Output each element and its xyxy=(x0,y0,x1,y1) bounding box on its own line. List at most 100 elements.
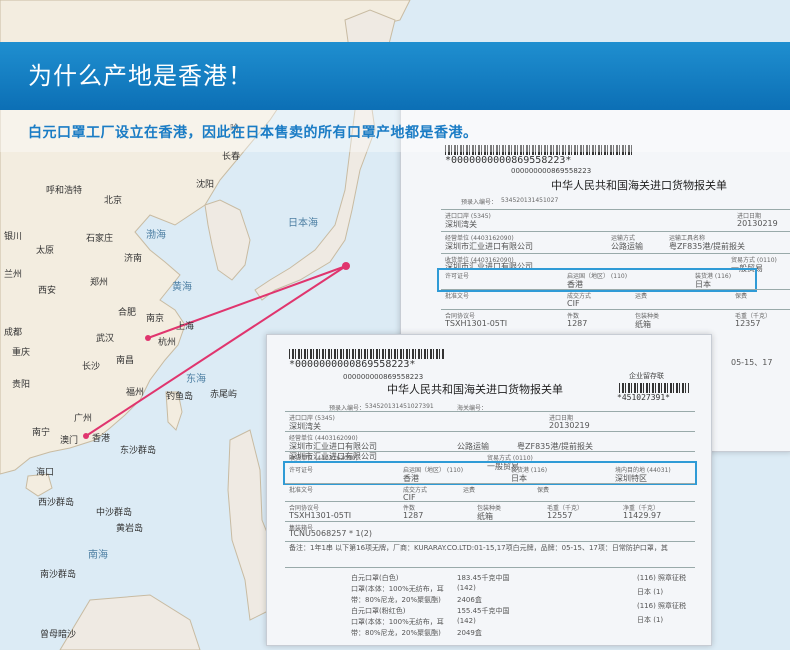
date-value: 20130219 xyxy=(549,421,590,430)
shanghai-marker xyxy=(145,335,151,341)
list-item: 口罩(本体：100%无纺布，耳 xyxy=(351,618,444,626)
remark: 备注：1年1串 以下第16项无牌，厂商：KURARAY.CO.LTD:01-15… xyxy=(289,544,668,552)
packages-value: 1287 xyxy=(403,511,424,520)
list-item: (142) xyxy=(457,584,476,592)
city-label: 武汉 xyxy=(96,334,115,344)
city-label: 南宁 xyxy=(32,428,51,438)
port-value: 深圳湾关 xyxy=(445,220,477,229)
city-label: 曾母暗沙 xyxy=(40,630,77,640)
city-label: 东沙群岛 xyxy=(120,446,157,456)
list-item: 带：80%尼龙，20%聚氨酯) xyxy=(351,596,441,604)
license-label: 许可证号 xyxy=(289,467,314,474)
pre-entry-value: 534520131451027 xyxy=(501,197,559,204)
city-label: 钓鱼岛 xyxy=(166,392,194,402)
city-label: 济南 xyxy=(124,254,143,264)
city-label: 郑州 xyxy=(90,278,109,288)
city-label: 沈阳 xyxy=(196,180,215,190)
city-label: 呼和浩特 xyxy=(46,186,83,196)
pre-entry-label: 预录入编号： xyxy=(461,199,498,206)
city-label: 海口 xyxy=(36,468,55,478)
list-item: (116) 照章征税 xyxy=(637,602,687,610)
approval-label: 批准文号 xyxy=(445,293,470,300)
list-item: 2406盒 xyxy=(457,596,482,604)
barcode-2 xyxy=(619,383,689,393)
net-value: 11429.97 xyxy=(623,511,662,520)
city-label: 南沙群岛 xyxy=(40,570,77,580)
contract-value: TSXH1301-05TI xyxy=(445,319,508,328)
serial: *0000000000869558223* xyxy=(445,155,572,166)
city-label: 北京 xyxy=(104,196,123,206)
sea-label: 南海 xyxy=(88,550,108,561)
city-label: 广州 xyxy=(74,414,93,424)
subtitle: 白元口罩工厂设立在香港，因此在日本售卖的所有口罩产地都是香港。 xyxy=(28,125,478,141)
packages-value: 1287 xyxy=(567,319,588,328)
list-item: 日本 (1) xyxy=(637,616,664,624)
freight-label: 运费 xyxy=(635,293,648,300)
transport-value: 公路运输 xyxy=(611,242,643,251)
list-item: 白元口罩(粉红色) xyxy=(351,607,406,615)
insurance-label: 保费 xyxy=(735,293,748,300)
city-label: 杭州 xyxy=(158,338,177,348)
serial-2: *451027391* xyxy=(617,393,670,402)
city-label: 南京 xyxy=(146,314,165,324)
date-value: 20130219 xyxy=(737,219,778,228)
city-label: 兰州 xyxy=(4,270,23,280)
terms-value: CIF xyxy=(567,299,580,308)
title-banner: 为什么产地是香港！ xyxy=(0,42,790,110)
weight-value: 12357 xyxy=(735,319,761,328)
barcode xyxy=(289,349,445,359)
stamp-label: 企业留存联 xyxy=(629,372,664,380)
list-item: 155.45千克中国 xyxy=(457,607,510,615)
city-label: 银川 xyxy=(4,232,23,242)
city-label: 太原 xyxy=(36,246,55,256)
doc-title: 中华人民共和国海关进口货物报关单 xyxy=(551,179,727,192)
remark: 05-15、17 xyxy=(731,358,773,367)
hongkong-marker xyxy=(83,433,89,439)
pack-value: 纸箱 xyxy=(635,320,651,329)
city-label: 合肥 xyxy=(118,308,137,318)
list-item: 带：80%尼龙，20%聚氨酯) xyxy=(351,629,441,637)
serial-small: 000000000869558223 xyxy=(343,373,424,381)
city-label: 赤尾屿 xyxy=(210,390,238,400)
license-label: 许可证号 xyxy=(445,273,470,280)
city-label: 上海 xyxy=(176,322,195,332)
serial: *0000000000869558223* xyxy=(289,359,416,370)
city-label: 成都 xyxy=(4,328,23,338)
city-label: 澳门 xyxy=(60,436,79,446)
city-label: 贵阳 xyxy=(12,380,31,390)
city-label: 南昌 xyxy=(116,356,135,366)
city-label: 西安 xyxy=(38,286,57,296)
tool-value: 粤ZF835港/提前报关 xyxy=(669,242,746,251)
consignee-value: 深圳市汇业进口有限公司 xyxy=(445,242,533,251)
sea-label: 渤海 xyxy=(146,230,166,241)
list-item: 183.45千克中国 xyxy=(457,574,510,582)
customs-declaration-front: *0000000000869558223* 000000000869558223… xyxy=(266,334,712,646)
canvas: 哈长春 呼和浩特 沈阳 北京 银川 石家庄 太原 济南 兰州 郑州 西安 合肥 南京 上海 武汉 杭州 成都 重庆… xyxy=(0,0,790,650)
city-label: 中沙群岛 xyxy=(96,508,133,518)
pre-entry-value: 534520131451027391 xyxy=(365,403,434,410)
contract-value: TSXH1301-05TI xyxy=(289,511,352,520)
list-item: (116) 照章征税 xyxy=(637,574,687,582)
city-label: 长沙 xyxy=(82,362,101,372)
list-item: 日本 (1) xyxy=(637,588,664,596)
city-label: 西沙群岛 xyxy=(38,498,75,508)
list-item: 白元口罩(白色) xyxy=(351,574,399,582)
city-label: 石家庄 xyxy=(86,234,114,244)
list-item: 口罩(本体：100%无纺布，耳 xyxy=(351,585,444,593)
gross-value: 12557 xyxy=(547,511,573,520)
city-label: 重庆 xyxy=(12,348,31,358)
doc-title: 中华人民共和国海关进口货物报关单 xyxy=(387,383,563,396)
city-label: 黄岩岛 xyxy=(116,524,144,534)
city-label: 福州 xyxy=(126,388,145,398)
container-value: TCNU5068257 * 1(2) xyxy=(289,529,372,538)
city-label: 香港 xyxy=(92,434,111,444)
serial-small: 000000000869558223 xyxy=(511,167,592,175)
insurance-label: 保费 xyxy=(537,487,550,494)
list-item: (142) xyxy=(457,617,476,625)
freight-label: 运费 xyxy=(463,487,476,494)
city-label: 长春 xyxy=(222,152,241,162)
japan-marker xyxy=(342,262,350,270)
sea-label: 黄海 xyxy=(172,282,192,293)
banner-title: 为什么产地是香港！ xyxy=(28,62,253,90)
list-item: 2049盒 xyxy=(457,629,482,637)
